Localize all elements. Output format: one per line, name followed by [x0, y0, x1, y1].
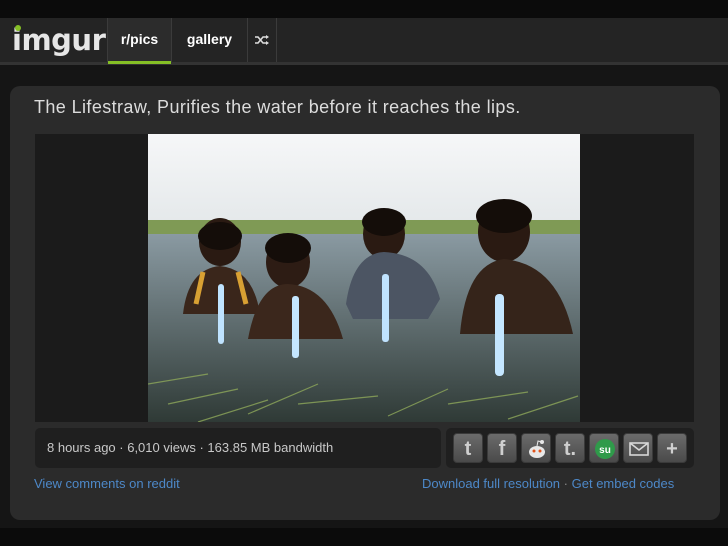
- stumbleupon-icon: su: [595, 439, 615, 459]
- share-bar: t f t. su +: [446, 428, 694, 468]
- post-panel: The Lifestraw, Purifies the water before…: [10, 86, 720, 520]
- facebook-share-button[interactable]: f: [487, 433, 517, 463]
- image-links: Download full resolution · Get embed cod…: [422, 476, 674, 491]
- email-share-button[interactable]: [623, 433, 653, 463]
- plus-icon: +: [666, 438, 678, 460]
- tumblr-share-button[interactable]: t.: [555, 433, 585, 463]
- stumbleupon-share-button[interactable]: su: [589, 433, 619, 463]
- svg-text:su: su: [599, 445, 611, 456]
- tumblr-icon: t.: [563, 438, 577, 460]
- tab-rpics[interactable]: r/pics: [107, 18, 171, 64]
- image-frame: [35, 134, 694, 422]
- random-button[interactable]: [247, 18, 277, 62]
- view-comments-link[interactable]: View comments on reddit: [34, 476, 180, 491]
- twitter-icon: t: [464, 438, 472, 460]
- email-icon: [629, 442, 649, 456]
- logo-dot: [15, 25, 21, 31]
- tab-gallery-label: gallery: [186, 31, 233, 47]
- stats-bar: 8 hours ago · 6,010 views · 163.85 MB ba…: [35, 428, 441, 468]
- post-title: The Lifestraw, Purifies the water before…: [34, 97, 521, 117]
- twitter-share-button[interactable]: t: [453, 433, 483, 463]
- shuffle-icon: [255, 35, 269, 45]
- tab-rpics-label: r/pics: [120, 31, 159, 47]
- post-image[interactable]: [148, 134, 580, 422]
- embed-codes-link[interactable]: Get embed codes: [572, 476, 675, 491]
- logo-text: imgur: [12, 23, 106, 57]
- imgur-logo[interactable]: imgur: [12, 22, 106, 58]
- tab-gallery[interactable]: gallery: [171, 18, 247, 62]
- download-full-link[interactable]: Download full resolution: [422, 476, 560, 491]
- more-share-button[interactable]: +: [657, 433, 687, 463]
- navbar: imgur r/pics gallery: [0, 18, 728, 65]
- post-stats: 8 hours ago · 6,010 views · 163.85 MB ba…: [47, 440, 334, 455]
- comments-link-wrap: View comments on reddit: [34, 476, 180, 491]
- link-separator: ·: [563, 476, 568, 491]
- reddit-icon: [529, 440, 545, 458]
- top-strip: [0, 0, 728, 18]
- reddit-share-button[interactable]: [521, 433, 551, 463]
- facebook-icon: f: [498, 438, 506, 460]
- bottom-strip: [0, 528, 728, 546]
